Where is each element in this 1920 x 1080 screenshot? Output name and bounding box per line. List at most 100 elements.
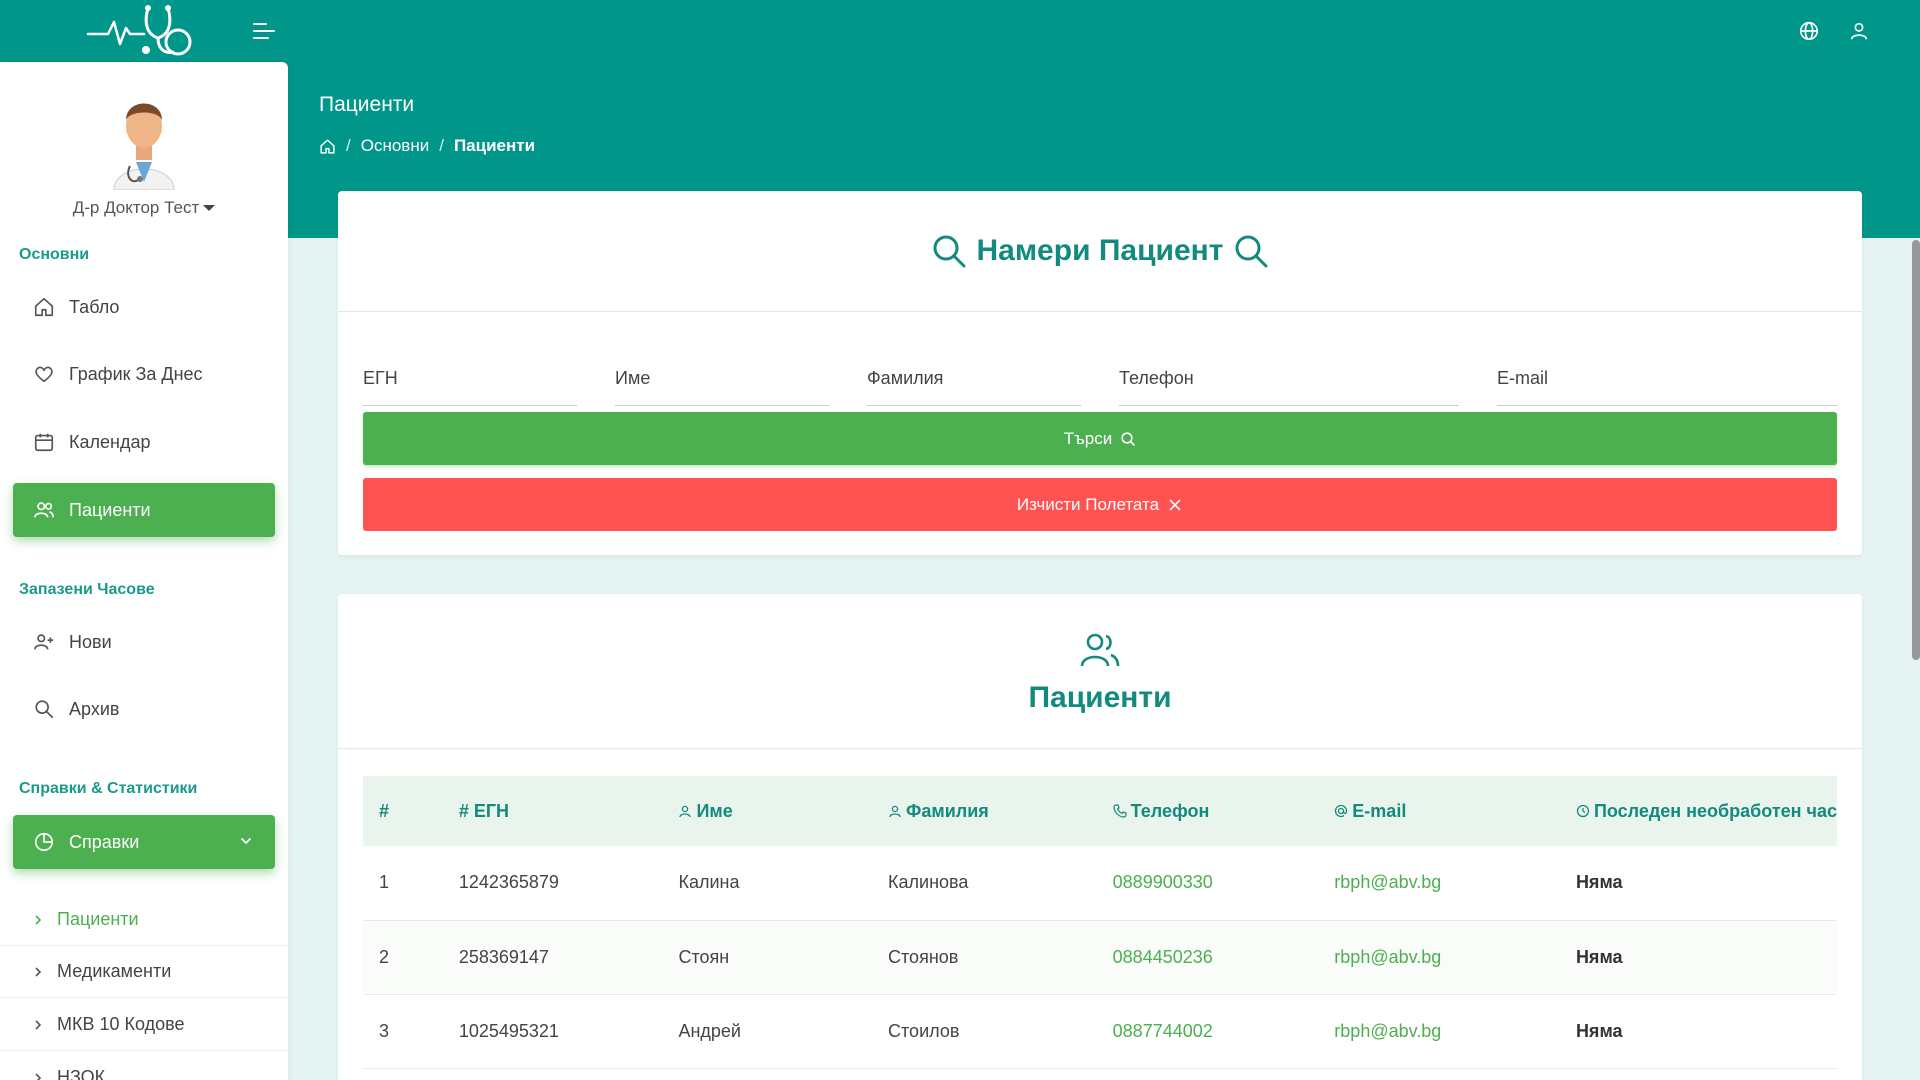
column-last-visit[interactable]: Последен необработен час	[1559, 776, 1837, 846]
search-button[interactable]: Търси	[363, 412, 1837, 465]
menu-lines-icon[interactable]	[252, 20, 276, 42]
search-icon	[1235, 235, 1268, 268]
user-plus-icon	[34, 634, 54, 650]
search-icon	[35, 700, 54, 719]
chevron-down-icon	[241, 838, 251, 845]
cell-number: 3	[363, 994, 443, 1069]
cell-phone-link[interactable]: 0884450236	[1096, 920, 1319, 995]
sidebar-subitem-label: Медикаменти	[57, 961, 172, 981]
top-bar	[0, 0, 1920, 62]
table-row[interactable]: 3 1025495321 Андрей Стоилов 0887744002 r…	[363, 994, 1837, 1069]
section-main: Основни	[19, 246, 90, 263]
sidebar-item-calendar[interactable]: Календар	[13, 415, 275, 469]
table-header-row: # # ЕГН Име Фамилия Телефон E-mail После…	[363, 776, 1837, 846]
sidebar-item-patients[interactable]: Пациенти	[13, 483, 275, 537]
search-icon	[1121, 431, 1136, 446]
table-row[interactable]: 2 258369147 Стоян Стоянов 0884450236 rbp…	[363, 920, 1837, 995]
sidebar-subitem-patients[interactable]: Пациенти	[0, 894, 288, 946]
user-icon	[679, 805, 692, 817]
chevron-right-icon	[35, 1072, 42, 1080]
sidebar-item-label: Табло	[69, 296, 120, 317]
cell-last-name: Стоянов	[872, 920, 1097, 995]
chevron-right-icon	[35, 966, 42, 977]
sidebar: Д-р Доктор Тест Основни Табло График За …	[0, 62, 288, 1080]
cell-phone-link[interactable]: 0887744002	[1096, 994, 1319, 1069]
cell-last-visit: Няма	[1559, 994, 1837, 1069]
sidebar-item-new[interactable]: Нови	[13, 615, 275, 669]
breadcrumb: / Основни / Пациенти	[319, 136, 535, 156]
cell-first-name: Калина	[662, 846, 873, 921]
column-last-name[interactable]: Фамилия	[872, 776, 1097, 846]
first-name-input[interactable]	[615, 346, 829, 389]
pie-chart-icon	[34, 832, 54, 852]
sidebar-item-label: Архив	[69, 698, 120, 719]
column-email[interactable]: E-mail	[1318, 776, 1560, 846]
clear-fields-button[interactable]: Изчисти Полетата	[363, 478, 1837, 531]
cell-last-name: Стоилов	[872, 994, 1097, 1069]
calendar-icon	[34, 433, 54, 452]
breadcrumb-separator: /	[439, 136, 444, 155]
cell-phone-link[interactable]: 0889900330	[1096, 846, 1319, 921]
search-button-label: Търси	[1063, 428, 1113, 448]
sidebar-item-reports[interactable]: Справки	[13, 815, 275, 869]
cell-egn: 1242365879	[442, 846, 663, 921]
patients-card-title: Пациенти	[1028, 681, 1172, 714]
stethoscope-logo-icon[interactable]	[86, 2, 198, 58]
sidebar-subitem-nhif[interactable]: НЗОК	[0, 1052, 288, 1080]
page-title: Пациенти	[319, 93, 415, 116]
cell-email-link[interactable]: rbph@abv.bg	[1318, 846, 1560, 921]
patients-card-header: Пациенти	[338, 594, 1862, 749]
cell-last-visit: Няма	[1559, 920, 1837, 995]
sidebar-item-label: График За Днес	[69, 363, 203, 384]
sidebar-item-label: Календар	[69, 431, 151, 452]
breadcrumb-main[interactable]: Основни	[361, 136, 429, 156]
egn-input[interactable]	[363, 346, 577, 389]
search-card: Намери Пациент Търси Изчисти Полетата	[338, 191, 1862, 555]
search-fields	[363, 346, 1837, 406]
first-name-field-wrap	[615, 346, 829, 406]
sidebar-subitem-label: НЗОК	[57, 1067, 106, 1080]
section-reports: Справки & Статистики	[19, 780, 198, 797]
cell-first-name: Стоян	[662, 920, 873, 995]
heart-icon	[35, 366, 53, 383]
last-name-input[interactable]	[867, 346, 1081, 389]
users-icon	[1080, 633, 1120, 667]
chevron-right-icon	[35, 1019, 42, 1030]
sidebar-item-today[interactable]: График За Днес	[13, 347, 275, 401]
doctor-avatar	[113, 103, 175, 190]
column-number[interactable]: #	[363, 776, 443, 846]
search-icon	[933, 235, 966, 268]
sidebar-subitem-icd10[interactable]: МКВ 10 Кодове	[0, 999, 288, 1051]
column-phone[interactable]: Телефон	[1096, 776, 1319, 846]
column-first-name[interactable]: Име	[662, 776, 873, 846]
at-icon	[1335, 804, 1348, 817]
caret-down-icon	[203, 205, 216, 211]
column-egn[interactable]: # ЕГН	[442, 776, 663, 846]
email-input[interactable]	[1497, 346, 1837, 389]
cell-last-visit: Няма	[1559, 846, 1837, 921]
cell-email-link[interactable]: rbph@abv.bg	[1318, 920, 1560, 995]
phone-icon	[1113, 803, 1127, 818]
breadcrumb-separator: /	[346, 136, 351, 155]
page-scrollbar[interactable]	[1912, 240, 1920, 660]
patients-card: Пациенти # # ЕГН Име Фамилия Телефон E-m…	[338, 594, 1862, 1080]
globe-icon[interactable]	[1798, 20, 1820, 42]
home-icon	[34, 297, 54, 317]
search-card-header: Намери Пациент	[338, 191, 1862, 312]
table-row[interactable]: 1 1242365879 Калина Калинова 0889900330 …	[363, 846, 1837, 921]
sidebar-item-archive[interactable]: Архив	[13, 682, 275, 736]
user-menu-toggle[interactable]: Д-р Доктор Тест	[73, 198, 216, 218]
sidebar-item-dashboard[interactable]: Табло	[13, 280, 275, 334]
user-icon	[889, 805, 901, 817]
phone-input[interactable]	[1119, 346, 1459, 389]
last-name-field-wrap	[867, 346, 1081, 406]
users-icon	[34, 502, 54, 518]
user-icon[interactable]	[1848, 20, 1870, 42]
cell-email-link[interactable]: rbph@abv.bg	[1318, 994, 1560, 1069]
profile-block: Д-р Доктор Тест	[0, 90, 288, 218]
sidebar-subitem-medications[interactable]: Медикаменти	[0, 946, 288, 998]
home-icon[interactable]	[319, 138, 336, 155]
sidebar-item-label: Нови	[69, 631, 112, 652]
cell-number: 2	[363, 920, 443, 995]
email-field-wrap	[1497, 346, 1837, 406]
